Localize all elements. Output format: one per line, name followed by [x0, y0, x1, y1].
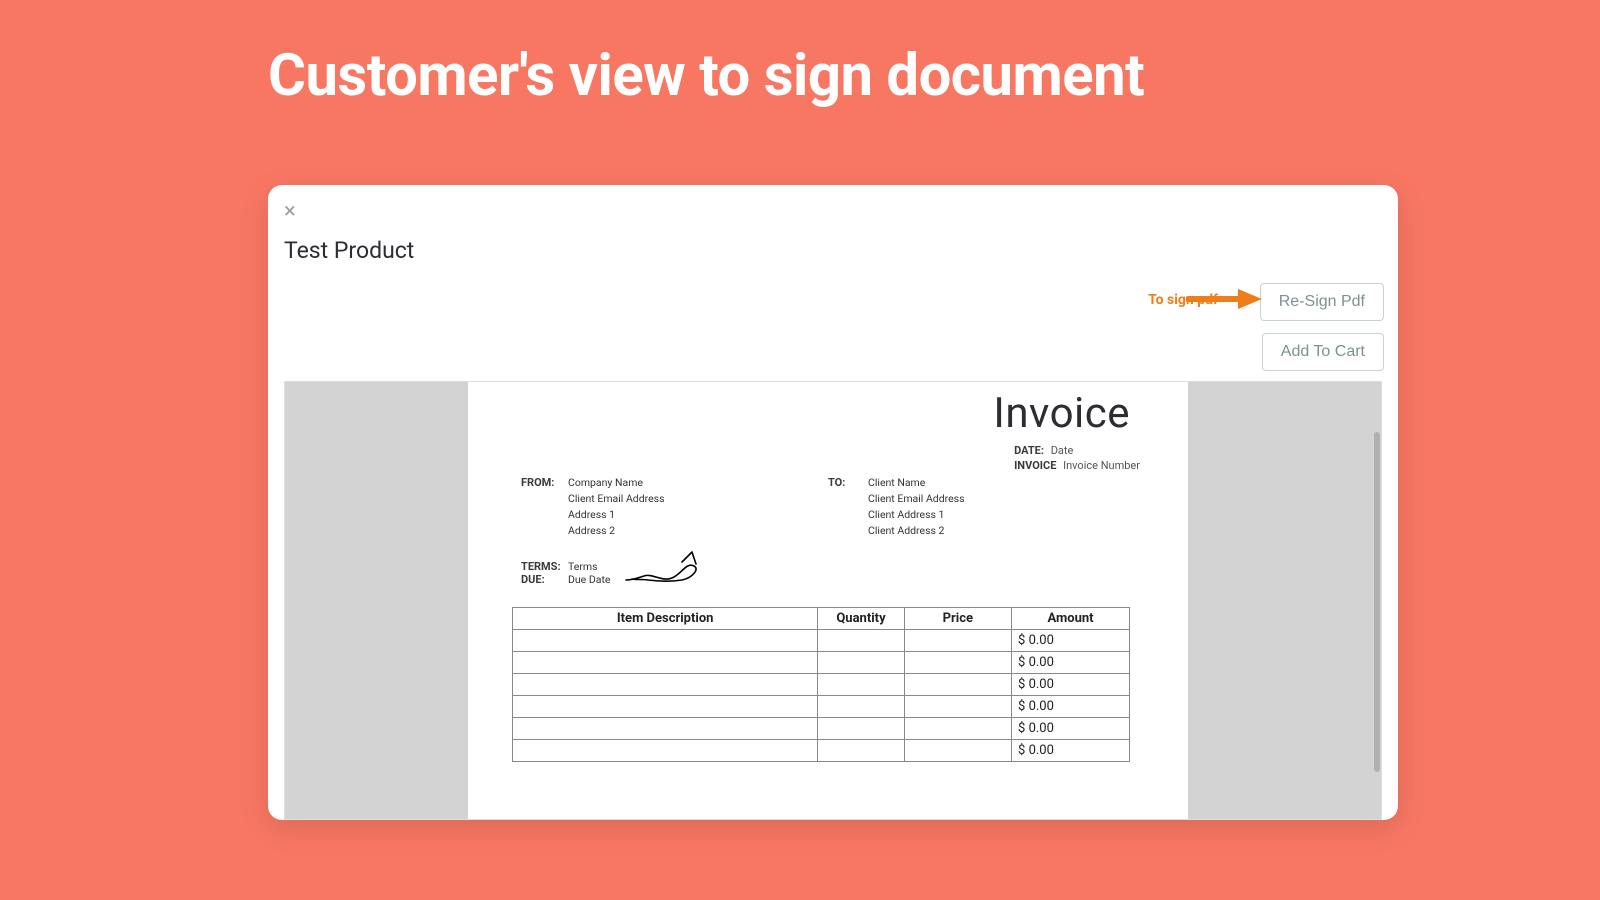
table-row: $ 0.00 [513, 630, 1130, 652]
pdf-preview-pane[interactable]: Invoice DATE: Date INVOICE Invoice Numbe… [284, 381, 1382, 820]
cell-price [904, 718, 1011, 740]
col-header-desc: Item Description [513, 608, 818, 630]
to-line: Client Email Address [868, 492, 965, 505]
cell-qty [818, 740, 904, 762]
cell-desc [513, 674, 818, 696]
table-row: $ 0.00 [513, 740, 1130, 762]
to-line: Client Address 2 [868, 524, 965, 537]
invoice-title: Invoice [993, 389, 1130, 438]
from-line: Address 1 [568, 508, 665, 521]
meta-num-value: Invoice Number [1063, 459, 1140, 472]
cell-amount: $ 0.00 [1012, 652, 1130, 674]
cell-qty [818, 718, 904, 740]
invoice-table: Item Description Quantity Price Amount $… [512, 607, 1130, 762]
cell-qty [818, 696, 904, 718]
cell-price [904, 740, 1011, 762]
document-modal: × Test Product Re-Sign Pdf Add To Cart T… [268, 185, 1398, 820]
meta-date-label: DATE: [1014, 444, 1044, 457]
cell-desc [513, 740, 818, 762]
invoice-meta: DATE: Date INVOICE Invoice Number [1014, 444, 1140, 474]
cell-amount: $ 0.00 [1012, 696, 1130, 718]
cell-amount: $ 0.00 [1012, 674, 1130, 696]
to-line: Client Address 1 [868, 508, 965, 521]
to-line: Client Name [868, 476, 965, 489]
signature-scribble-icon [622, 550, 722, 586]
cell-price [904, 630, 1011, 652]
cell-desc [513, 696, 818, 718]
table-row: $ 0.00 [513, 652, 1130, 674]
cell-desc [513, 718, 818, 740]
table-row: $ 0.00 [513, 718, 1130, 740]
meta-num-label: INVOICE [1014, 459, 1056, 472]
to-label: TO: [828, 476, 845, 489]
cell-amount: $ 0.00 [1012, 718, 1130, 740]
from-line: Client Email Address [568, 492, 665, 505]
col-header-price: Price [904, 608, 1011, 630]
cell-qty [818, 674, 904, 696]
preview-scrollbar[interactable] [1374, 432, 1380, 772]
from-label: FROM: [521, 476, 554, 489]
close-icon[interactable]: × [284, 201, 296, 223]
col-header-amount: Amount [1012, 608, 1130, 630]
cell-amount: $ 0.00 [1012, 740, 1130, 762]
resign-pdf-button[interactable]: Re-Sign Pdf [1260, 283, 1384, 321]
add-to-cart-button[interactable]: Add To Cart [1262, 333, 1384, 371]
col-header-qty: Quantity [818, 608, 904, 630]
meta-date-value: Date [1051, 444, 1074, 457]
product-title: Test Product [284, 237, 414, 264]
cell-price [904, 652, 1011, 674]
terms-value: Terms [568, 560, 598, 573]
from-line: Company Name [568, 476, 665, 489]
cell-qty [818, 652, 904, 674]
to-lines: Client Name Client Email Address Client … [868, 476, 965, 540]
cell-qty [818, 630, 904, 652]
due-value: Due Date [568, 573, 610, 586]
page-heading: Customer's view to sign document [268, 42, 1144, 110]
table-row: $ 0.00 [513, 696, 1130, 718]
cell-desc [513, 630, 818, 652]
from-lines: Company Name Client Email Address Addres… [568, 476, 665, 540]
arrow-right-icon [1186, 287, 1262, 311]
terms-label: TERMS: [521, 560, 561, 573]
from-line: Address 2 [568, 524, 665, 537]
cell-price [904, 696, 1011, 718]
table-row: $ 0.00 [513, 674, 1130, 696]
cell-desc [513, 652, 818, 674]
due-label: DUE: [521, 573, 545, 586]
invoice-page: Invoice DATE: Date INVOICE Invoice Numbe… [468, 382, 1188, 819]
cell-amount: $ 0.00 [1012, 630, 1130, 652]
cell-price [904, 674, 1011, 696]
invoice-table-wrap: Item Description Quantity Price Amount $… [512, 607, 1130, 762]
